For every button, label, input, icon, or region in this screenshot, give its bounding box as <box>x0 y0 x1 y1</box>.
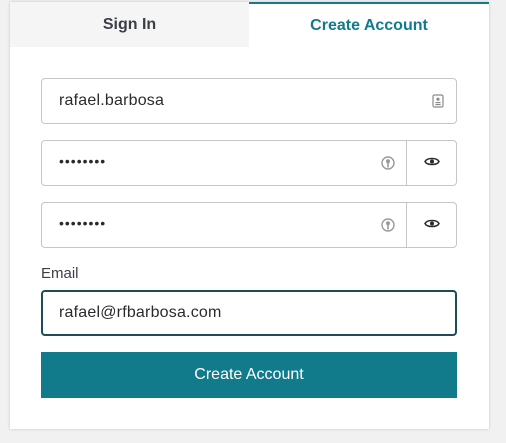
eye-icon <box>423 216 440 234</box>
password-manager-key-icon[interactable] <box>370 217 406 233</box>
email-label: Email <box>41 265 79 282</box>
eye-icon <box>423 154 440 172</box>
email-field[interactable]: rafael@rfbarbosa.com <box>41 290 457 336</box>
username-field[interactable]: rafael.barbosa <box>41 78 457 124</box>
email-value: rafael@rfbarbosa.com <box>59 304 222 321</box>
password-value: •••••••• <box>59 153 107 169</box>
show-confirm-password-button[interactable] <box>406 203 456 247</box>
confirm-password-field[interactable]: •••••••• <box>41 202 457 248</box>
tab-create-account[interactable]: Create Account <box>249 2 489 47</box>
confirm-password-value: •••••••• <box>59 215 107 231</box>
password-manager-key-icon[interactable] <box>370 155 406 171</box>
tab-sign-in[interactable]: Sign In <box>10 2 249 47</box>
show-password-button[interactable] <box>406 141 456 185</box>
auth-card: Sign In Create Account rafael.barbosa ••… <box>10 2 489 429</box>
create-account-button[interactable]: Create Account <box>41 352 457 398</box>
auth-tabs: Sign In Create Account <box>10 2 489 47</box>
contact-card-icon[interactable] <box>420 94 456 108</box>
username-value: rafael.barbosa <box>59 92 165 109</box>
password-field[interactable]: •••••••• <box>41 140 457 186</box>
